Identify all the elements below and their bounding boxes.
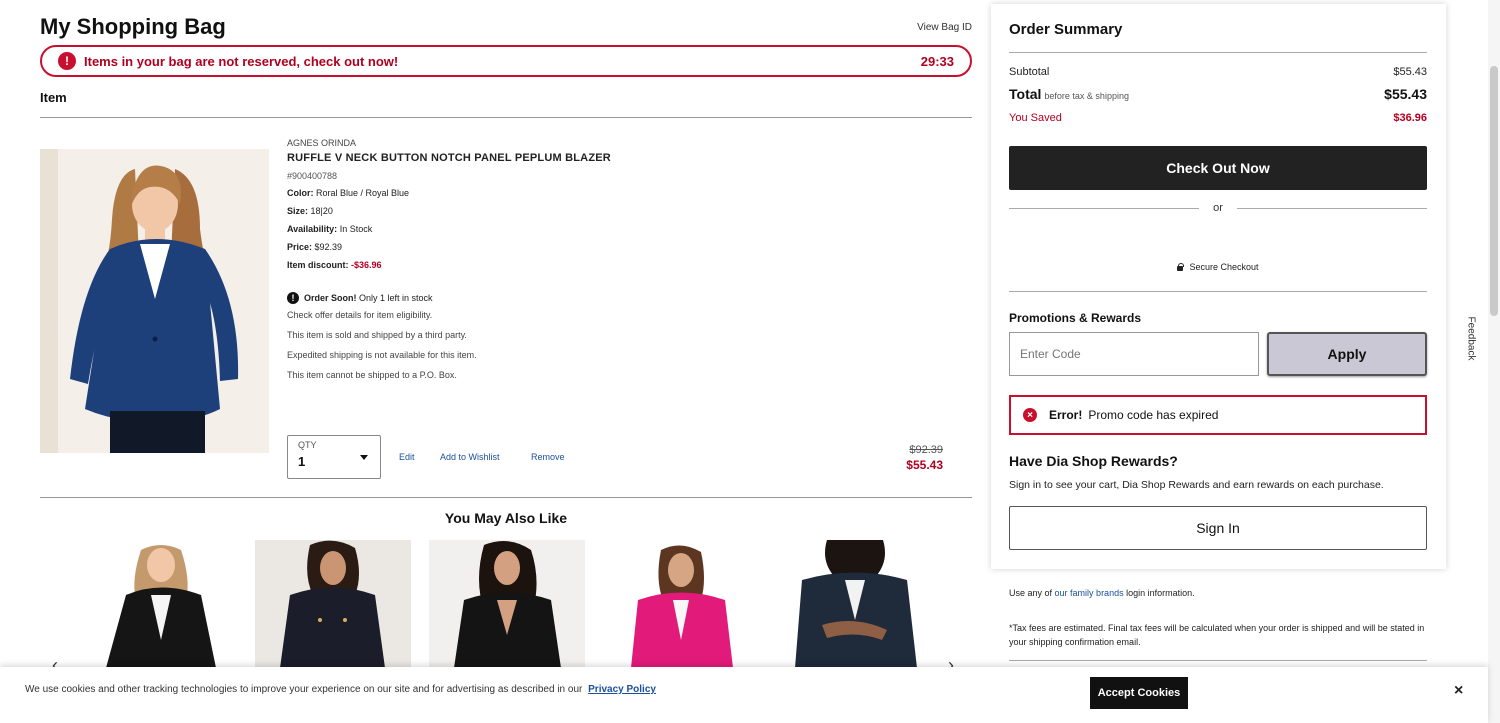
divider <box>1237 208 1427 209</box>
sale-price: $55.43 <box>906 458 943 472</box>
divider <box>40 497 972 498</box>
item-column-header: Item <box>40 90 67 105</box>
scrollbar[interactable] <box>1488 0 1500 723</box>
recommendation-item[interactable] <box>429 540 585 668</box>
recommendation-item[interactable] <box>255 540 411 668</box>
product-availability: Availability: In Stock <box>287 224 373 234</box>
feedback-tab[interactable]: Feedback <box>1461 313 1485 365</box>
product-color: Color: Roral Blue / Royal Blue <box>287 188 410 198</box>
saved-row: You Saved $36.96 <box>1009 112 1427 124</box>
product-sku: #900400788 <box>287 171 338 181</box>
product-name[interactable]: RUFFLE V NECK BUTTON NOTCH PANEL PEPLUM … <box>287 152 687 164</box>
product-note: This item is sold and shipped by a third… <box>287 330 467 340</box>
recommendation-item[interactable] <box>777 540 933 668</box>
rewards-title: Have Dia Shop Rewards? <box>1009 453 1178 469</box>
accept-cookies-button[interactable]: Accept Cookies <box>1090 677 1188 709</box>
secure-checkout-label: Secure Checkout <box>1009 262 1427 272</box>
product-note: Check offer details for item eligibility… <box>287 310 433 320</box>
product-size: Size: 18|20 <box>287 206 333 216</box>
product-discount: Item discount: -$36.96 <box>287 260 382 270</box>
alert-icon: ! <box>58 52 76 70</box>
family-brands-link[interactable]: our family brands <box>1055 588 1124 598</box>
add-to-wishlist-link[interactable]: Add to Wishlist <box>440 452 500 462</box>
product-note: This item cannot be shipped to a P.O. Bo… <box>287 370 457 380</box>
lock-icon <box>1177 262 1185 271</box>
order-soon-notice: ! Order Soon! Only 1 left in stock <box>287 292 687 304</box>
divider <box>1009 660 1427 661</box>
family-brands-note: Use any of our family brands login infor… <box>1009 588 1195 598</box>
total-row: Total before tax & shipping $55.43 <box>1009 86 1427 102</box>
error-icon: × <box>1023 408 1037 422</box>
sign-in-button[interactable]: Sign In <box>1009 506 1427 550</box>
product-brand: AGNES ORINDA <box>287 138 357 148</box>
checkout-button[interactable]: Check Out Now <box>1009 146 1427 190</box>
remove-link[interactable]: Remove <box>531 452 565 462</box>
subtotal-row: Subtotal $55.43 <box>1009 66 1427 78</box>
exclamation-icon: ! <box>287 292 299 304</box>
product-details: AGNES ORINDA RUFFLE V NECK BUTTON NOTCH … <box>287 138 687 390</box>
chevron-down-icon <box>360 455 368 460</box>
edit-link[interactable]: Edit <box>399 452 415 462</box>
order-summary-title: Order Summary <box>1009 21 1123 38</box>
original-price: $92.39 <box>909 444 943 456</box>
cookie-text: We use cookies and other tracking techno… <box>25 684 656 695</box>
promo-error-message: × Error! Promo code has expired <box>1009 395 1427 435</box>
timer-message: Items in your bag are not reserved, chec… <box>84 53 399 69</box>
recommendation-item[interactable] <box>603 540 759 668</box>
page-title: My Shopping Bag <box>40 14 226 39</box>
privacy-policy-link[interactable]: Privacy Policy <box>588 684 656 695</box>
divider <box>1009 291 1427 292</box>
rewards-text: Sign in to see your cart, Dia Shop Rewar… <box>1009 479 1384 491</box>
quantity-select[interactable]: QTY 1 <box>287 435 381 479</box>
quantity-label: QTY <box>298 440 317 450</box>
divider <box>40 117 972 118</box>
product-note: Expedited shipping is not available for … <box>287 350 477 360</box>
promo-code-input[interactable] <box>1009 332 1259 376</box>
view-bag-id-link[interactable]: View Bag ID <box>917 22 972 33</box>
close-icon[interactable]: × <box>1454 682 1463 700</box>
scrollbar-thumb[interactable] <box>1490 66 1498 316</box>
product-price: Price: $92.39 <box>287 242 343 252</box>
order-summary-panel: Order Summary Subtotal $55.43 Total befor… <box>991 4 1446 569</box>
timer-countdown: 29:33 <box>920 53 954 69</box>
apply-button[interactable]: Apply <box>1267 332 1427 376</box>
recommendations-title: You May Also Like <box>444 510 568 526</box>
promotions-title: Promotions & Rewards <box>1009 311 1142 325</box>
cookie-banner: We use cookies and other tracking techno… <box>0 667 1488 723</box>
recommendation-item[interactable] <box>81 540 237 668</box>
product-image[interactable] <box>40 149 269 453</box>
reservation-timer-banner: ! Items in your bag are not reserved, ch… <box>40 45 972 77</box>
divider <box>1009 52 1427 53</box>
tax-note: *Tax fees are estimated. Final tax fees … <box>1009 623 1425 647</box>
